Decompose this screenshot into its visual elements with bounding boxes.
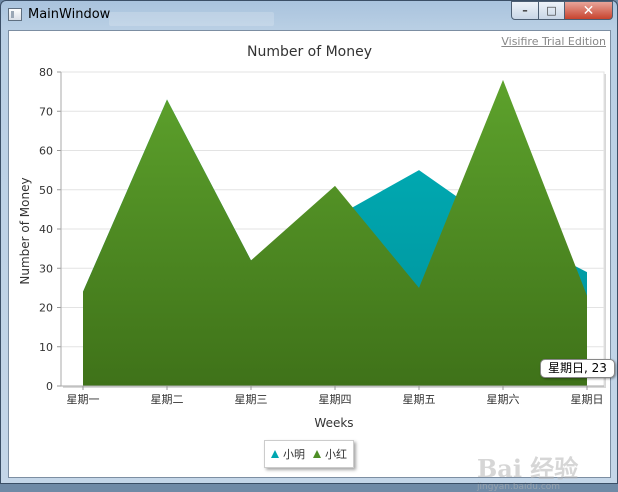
legend-label: 小红	[325, 448, 347, 461]
data-point[interactable]	[584, 269, 590, 275]
x-tick-label: 星期日	[571, 393, 604, 406]
maximize-button[interactable]: □	[538, 1, 565, 20]
close-button[interactable]: ✕	[564, 1, 613, 20]
y-axis-label: Number of Money	[18, 177, 32, 284]
window-title: MainWindow	[28, 7, 111, 22]
triangle-marker-icon	[313, 450, 321, 458]
y-tick-label: 20	[39, 302, 53, 315]
y-tick-label: 80	[39, 66, 53, 79]
y-tick-label: 50	[39, 184, 53, 197]
baidu-watermark: Bai 经验 jingyan.baidu.com	[477, 449, 578, 492]
triangle-marker-icon	[271, 450, 279, 458]
data-point[interactable]	[416, 285, 422, 291]
data-point[interactable]	[500, 77, 506, 83]
legend-item-xiaohong[interactable]: 小红	[313, 446, 347, 462]
legend-label: 小明	[283, 448, 305, 461]
data-point-tooltip: 星期日, 23	[540, 359, 615, 378]
area-chart: 0 10 20 30 40 50 60 70 80 星期一 星期二 星期三 星期四 星期五 星期六 星期日 W…	[18, 66, 606, 430]
y-tick-label: 30	[39, 262, 53, 275]
data-point[interactable]	[248, 257, 254, 263]
x-tick-label: 星期四	[319, 393, 352, 406]
x-tick-label: 星期一	[67, 393, 100, 406]
y-tick-label: 10	[39, 341, 53, 354]
chart-legend: 小明 小红	[264, 440, 354, 468]
main-window: MainWindow – □ ✕ Visifire Trial Edition …	[0, 0, 618, 492]
data-point[interactable]	[416, 167, 422, 173]
x-tick-label: 星期六	[487, 393, 520, 406]
data-point[interactable]	[164, 96, 170, 102]
y-tick-label: 60	[39, 145, 53, 158]
data-point[interactable]	[80, 289, 86, 295]
y-tick-label: 40	[39, 223, 53, 236]
title-bar[interactable]: MainWindow – □ ✕	[1, 1, 617, 29]
data-point[interactable]	[584, 293, 590, 299]
minimize-button[interactable]: –	[511, 1, 539, 20]
x-axis-label: Weeks	[314, 416, 353, 430]
watermark-logo: Bai 经验	[477, 454, 579, 483]
x-tick-label: 星期二	[151, 393, 184, 406]
x-tick-label: 星期三	[235, 393, 268, 406]
chart-container: Visifire Trial Edition Number of Money 0…	[8, 30, 615, 492]
background-title-blur	[109, 12, 274, 26]
y-tick-label: 0	[46, 380, 53, 393]
x-tick-label: 星期五	[403, 393, 436, 406]
app-icon	[8, 8, 22, 21]
y-tick-label: 70	[39, 105, 53, 118]
data-point[interactable]	[332, 183, 338, 189]
legend-item-xiaoming[interactable]: 小明	[271, 446, 305, 462]
